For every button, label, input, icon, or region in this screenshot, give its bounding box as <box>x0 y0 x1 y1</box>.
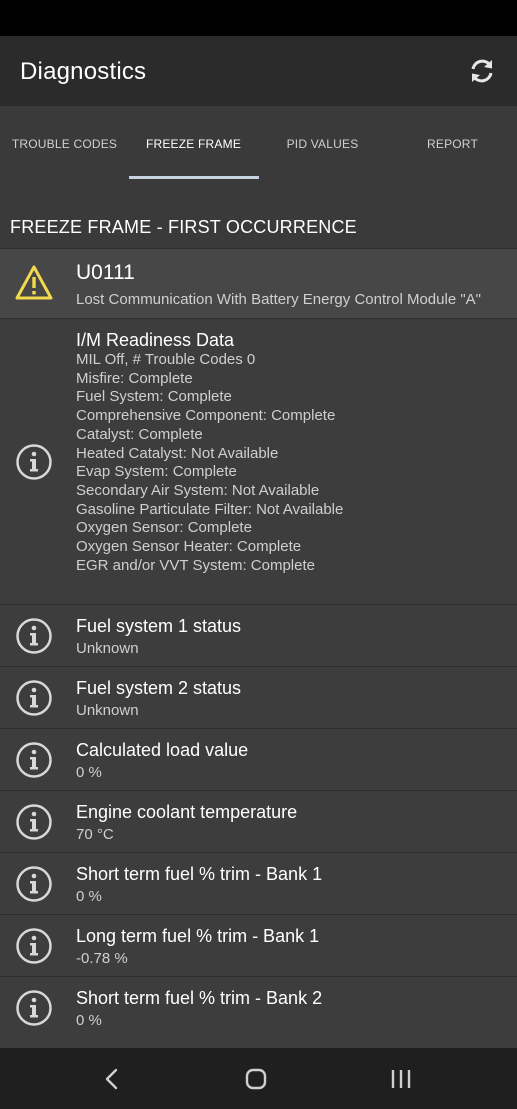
pid-title: Engine coolant temperature <box>76 802 298 822</box>
pid-row[interactable]: Engine coolant temperature 70 °C <box>0 790 517 852</box>
info-icon <box>16 680 52 716</box>
pid-row[interactable]: Calculated load value 0 % <box>0 728 517 790</box>
pid-row[interactable]: Short term fuel % trim - Bank 2 0 % <box>0 976 517 1048</box>
info-icon <box>16 804 52 840</box>
pid-row[interactable]: Fuel system 1 status Unknown <box>0 604 517 666</box>
trouble-code-description: Lost Communication With Battery Energy C… <box>76 291 481 308</box>
readiness-line: Fuel System: Complete <box>76 388 232 406</box>
pid-value: 0 % <box>76 1012 102 1029</box>
info-icon <box>16 990 52 1026</box>
readiness-line: Oxygen Sensor: Complete <box>76 519 252 537</box>
home-button[interactable] <box>242 1065 270 1093</box>
tab-trouble-codes[interactable]: TROUBLE CODES <box>0 106 129 182</box>
readiness-title: I/M Readiness Data <box>76 330 235 350</box>
readiness-line: Gasoline Particulate Filter: Not Availab… <box>76 500 344 518</box>
warning-icon <box>15 265 53 300</box>
pid-title: Fuel system 1 status <box>76 616 242 636</box>
info-icon <box>16 928 52 964</box>
readiness-line: Heated Catalyst: Not Available <box>76 444 279 462</box>
pid-row[interactable]: Long term fuel % trim - Bank 1 -0.78 % <box>0 914 517 976</box>
system-nav-bar <box>0 1048 517 1109</box>
back-icon <box>105 1068 118 1090</box>
info-icon <box>16 444 52 480</box>
info-icon <box>16 742 52 778</box>
home-icon <box>245 1068 267 1090</box>
pid-value: 70 °C <box>76 826 114 843</box>
readiness-line: Secondary Air System: Not Available <box>76 481 320 499</box>
back-button[interactable] <box>98 1065 126 1093</box>
pid-title: Calculated load value <box>76 740 249 760</box>
tab-report[interactable]: REPORT <box>388 106 517 182</box>
tab-bar: TROUBLE CODES FREEZE FRAME PID VALUES RE… <box>0 106 517 182</box>
info-icon <box>16 866 52 902</box>
page-title: Diagnostics <box>20 58 147 85</box>
app-bar: Diagnostics <box>0 36 517 106</box>
section-header: FREEZE FRAME - FIRST OCCURRENCE <box>10 216 357 237</box>
recents-icon <box>391 1070 411 1088</box>
trouble-code-row[interactable]: U0111 Lost Communication With Battery En… <box>0 248 517 318</box>
pid-title: Fuel system 2 status <box>76 678 242 698</box>
readiness-line: EGR and/or VVT System: Complete <box>76 556 315 574</box>
trouble-code: U0111 <box>76 261 135 284</box>
readiness-line: Comprehensive Component: Complete <box>76 407 336 425</box>
pid-value: 0 % <box>76 764 102 781</box>
recents-button[interactable] <box>387 1065 415 1093</box>
pid-value: Unknown <box>76 702 139 719</box>
tab-freeze-frame[interactable]: FREEZE FRAME <box>129 106 258 182</box>
readiness-lines: MIL Off, # Trouble Codes 0 Misfire: Comp… <box>76 351 343 575</box>
readiness-line: Evap System: Complete <box>76 463 237 481</box>
readiness-line: MIL Off, # Trouble Codes 0 <box>76 351 256 368</box>
screen: Diagnostics TROUBLE CODES FREEZE FRAME P… <box>0 0 517 1109</box>
pid-title: Long term fuel % trim - Bank 1 <box>76 926 320 946</box>
pid-title: Short term fuel % trim - Bank 2 <box>76 988 323 1008</box>
readiness-line: Misfire: Complete <box>76 369 193 387</box>
pid-row[interactable]: Short term fuel % trim - Bank 1 0 % <box>0 852 517 914</box>
status-bar <box>0 0 517 36</box>
tab-indicator <box>129 176 259 179</box>
readiness-row[interactable]: I/M Readiness Data MIL Off, # Trouble Co… <box>0 318 517 604</box>
tab-pid-values[interactable]: PID VALUES <box>258 106 387 182</box>
refresh-button[interactable] <box>464 53 500 89</box>
pid-row[interactable]: Fuel system 2 status Unknown <box>0 666 517 728</box>
info-icon <box>16 618 52 654</box>
pid-title: Short term fuel % trim - Bank 1 <box>76 864 323 884</box>
pid-value: Unknown <box>76 640 139 657</box>
readiness-line: Catalyst: Complete <box>76 425 203 443</box>
pid-value: 0 % <box>76 888 102 905</box>
readiness-line: Oxygen Sensor Heater: Complete <box>76 538 302 556</box>
refresh-icon <box>471 59 493 83</box>
pid-value: -0.78 % <box>76 950 128 967</box>
